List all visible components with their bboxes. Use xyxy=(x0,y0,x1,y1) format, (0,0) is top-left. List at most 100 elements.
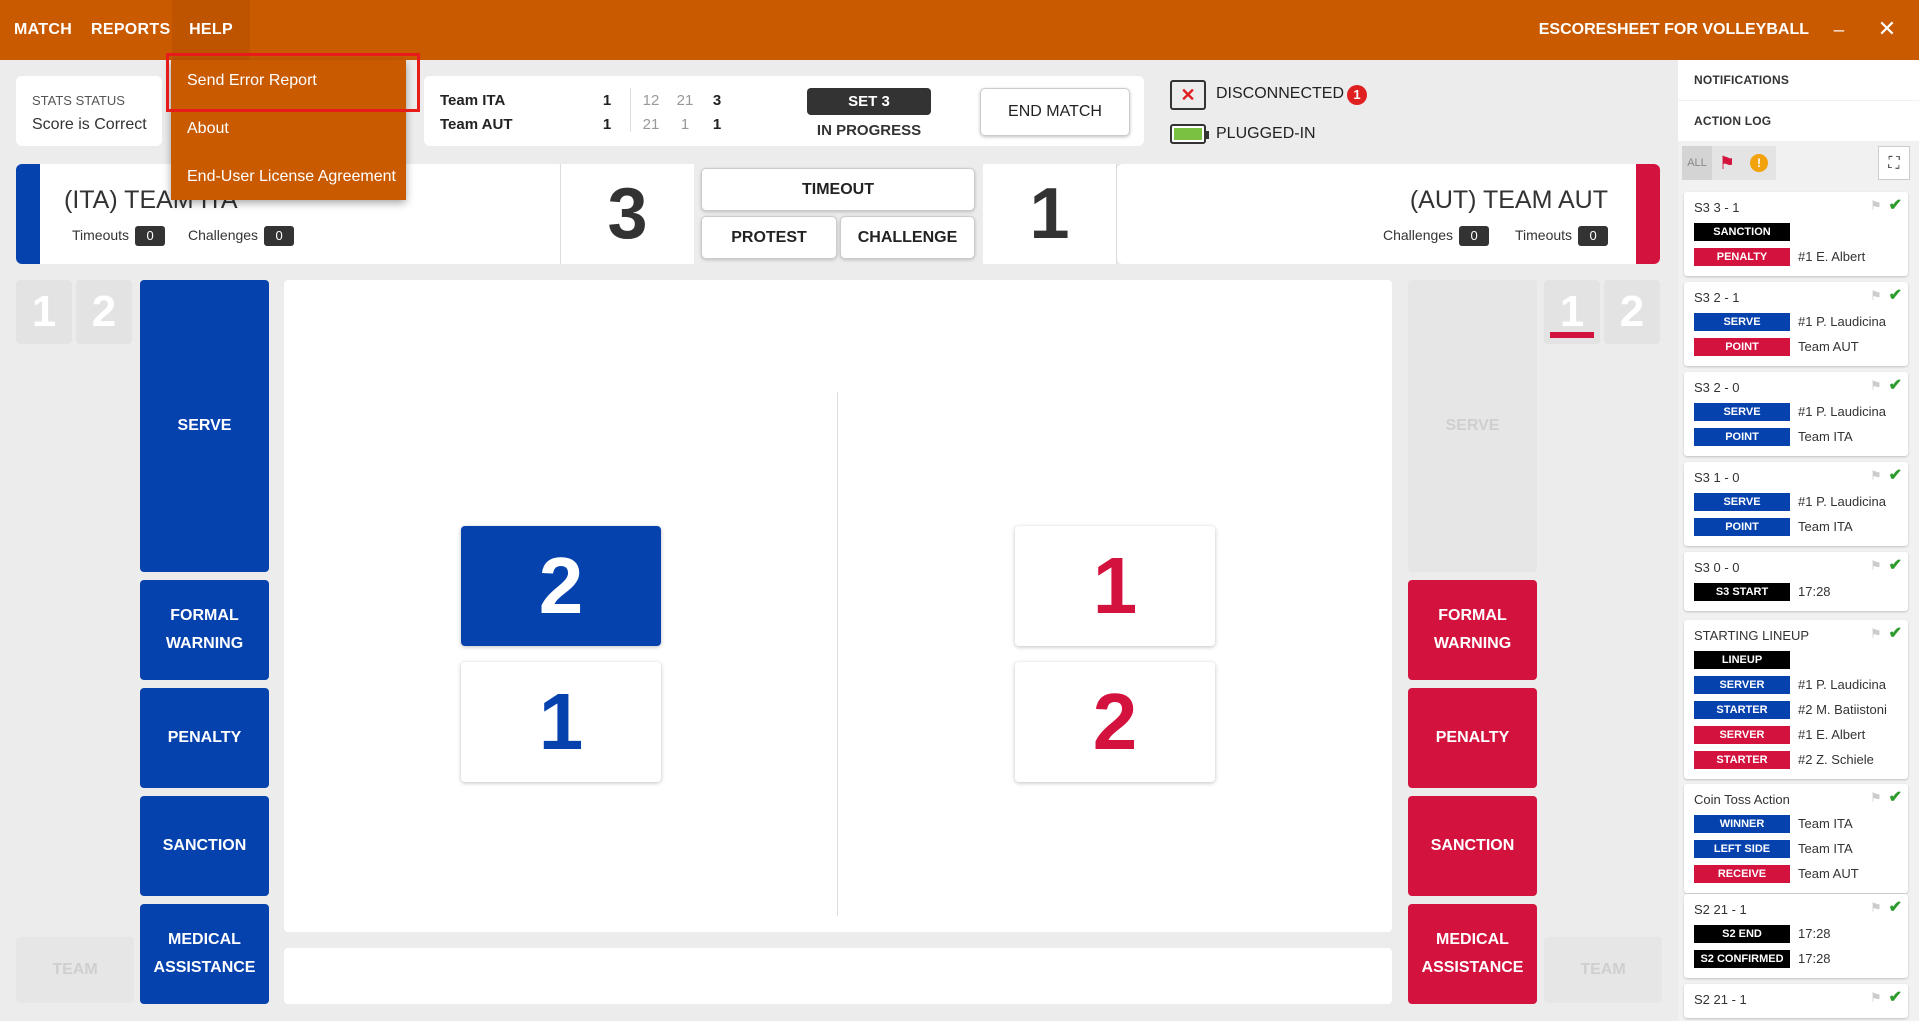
log-card[interactable]: Coin Toss Action ⚑ ✔ WINNER Team ITA LEFT SID… xyxy=(1684,784,1908,893)
court-right-bottom-player[interactable]: 2 xyxy=(1015,662,1215,782)
right-sanction-button[interactable]: SANCTION xyxy=(1408,796,1537,896)
log-text: Team AUT xyxy=(1798,866,1859,881)
flag-icon[interactable]: ⚑ xyxy=(1870,288,1882,303)
team-right-name: (AUT) TEAM AUT xyxy=(1409,186,1608,214)
check-icon: ✔ xyxy=(1888,899,1902,916)
timeouts-label: Timeouts xyxy=(72,227,130,243)
log-card[interactable]: S3 1 - 0 ⚑ ✔ SERVE #1 P. Laudicina POINT Team … xyxy=(1684,462,1908,546)
log-text: #1 P. Laudicina xyxy=(1798,404,1886,419)
log-card[interactable]: S3 0 - 0 ⚑ ✔ S3 START 17:28 xyxy=(1684,552,1908,611)
log-row: STARTER #2 Z. Schiele xyxy=(1694,751,1904,769)
timeouts-count: 0 xyxy=(1578,226,1609,246)
left-team-button[interactable]: TEAM xyxy=(16,937,134,1003)
left-serve-button[interactable]: SERVE xyxy=(140,280,269,572)
menu-item-eula[interactable]: End-User License Agreement xyxy=(187,168,396,186)
team-left-score: 3 xyxy=(560,164,694,264)
log-tag: POINT xyxy=(1694,338,1790,356)
menu-item-about[interactable]: About xyxy=(187,120,229,138)
current-set-badge: SET 3 xyxy=(807,88,931,115)
rotation-right-2[interactable]: 2 xyxy=(1604,280,1660,344)
action-log-tab[interactable]: ACTION LOG xyxy=(1678,101,1919,141)
set2-score-aut: 1 xyxy=(680,116,690,133)
log-tag: PENALTY xyxy=(1694,248,1790,266)
flag-icon[interactable]: ⚑ xyxy=(1870,198,1882,213)
challenge-button[interactable]: CHALLENGE xyxy=(840,216,975,259)
log-tag: SERVE xyxy=(1694,403,1790,421)
rotation-left-1[interactable]: 1 xyxy=(16,280,72,344)
log-text: Team ITA xyxy=(1798,519,1853,534)
end-match-button[interactable]: END MATCH xyxy=(980,88,1130,136)
log-card[interactable]: S3 2 - 1 ⚑ ✔ SERVE #1 P. Laudicina POINT Team … xyxy=(1684,282,1908,366)
log-tag: SERVER xyxy=(1694,726,1790,744)
stats-status-label: STATS STATUS xyxy=(32,93,125,108)
flag-icon[interactable]: ⚑ xyxy=(1870,468,1882,483)
menu-reports[interactable]: REPORTS xyxy=(91,0,170,60)
log-tag: SERVER xyxy=(1694,676,1790,694)
right-serve-button[interactable]: SERVE xyxy=(1408,280,1537,572)
court-right-top-player[interactable]: 1 xyxy=(1015,526,1215,646)
team-right-score: 1 xyxy=(983,164,1117,264)
log-filter-bar: ALL ⚑ ! ⛶ xyxy=(1682,146,1910,182)
log-row: PENALTY #1 E. Albert xyxy=(1694,248,1904,266)
flag-icon[interactable]: ⚑ xyxy=(1870,558,1882,573)
left-sanction-button[interactable]: SANCTION xyxy=(140,796,269,896)
flag-icon[interactable]: ⚑ xyxy=(1870,378,1882,393)
protest-button[interactable]: PROTEST xyxy=(701,216,837,259)
log-card[interactable]: S3 3 - 1 ⚑ ✔ SANCTION PENALTY #1 E. Albert xyxy=(1684,192,1908,276)
warning-icon[interactable]: ! xyxy=(1742,146,1776,180)
right-sidebar: NOTIFICATIONS ACTION LOG ALL ⚑ ! ⛶ S3 3 … xyxy=(1678,60,1919,1021)
log-card[interactable]: S2 21 - 1 ⚑ ✔ xyxy=(1684,984,1908,1018)
rotation-left-2[interactable]: 2 xyxy=(76,280,132,344)
notifications-tab[interactable]: NOTIFICATIONS xyxy=(1678,60,1919,100)
right-medical-assistance-button[interactable]: MEDICAL ASSISTANCE xyxy=(1408,904,1537,1004)
rotation-right-1[interactable]: 1 xyxy=(1544,280,1600,344)
right-penalty-button[interactable]: PENALTY xyxy=(1408,688,1537,788)
court-left-bottom-player[interactable]: 1 xyxy=(461,662,661,782)
left-medical-assistance-button[interactable]: MEDICAL ASSISTANCE xyxy=(140,904,269,1004)
team-left-color-stripe xyxy=(16,164,40,264)
log-card[interactable]: STARTING LINEUP ⚑ ✔ LINEUP SERVER #1 P. Laudi… xyxy=(1684,620,1908,779)
set1-score-ita: 12 xyxy=(642,92,660,109)
log-row: S2 END 17:28 xyxy=(1694,925,1904,943)
log-row: POINT Team AUT xyxy=(1694,338,1904,356)
log-row: S2 CONFIRMED 17:28 xyxy=(1694,950,1904,968)
menu-help[interactable]: HELP xyxy=(172,0,250,60)
log-tag: STARTER xyxy=(1694,701,1790,719)
log-card-title: S3 0 - 0 xyxy=(1694,560,1740,575)
timeout-button[interactable]: TIMEOUT xyxy=(701,168,975,211)
close-button[interactable]: ✕ xyxy=(1875,14,1899,44)
log-card-title: S3 2 - 0 xyxy=(1694,380,1740,395)
log-card[interactable]: S3 2 - 0 ⚑ ✔ SERVE #1 P. Laudicina POINT Team … xyxy=(1684,372,1908,456)
right-team-button[interactable]: TEAM xyxy=(1544,937,1662,1003)
sets-won-aut: 1 xyxy=(602,116,612,133)
filter-all-button[interactable]: ALL xyxy=(1682,146,1712,180)
log-card-title: STARTING LINEUP xyxy=(1694,628,1810,643)
expand-icon[interactable]: ⛶ xyxy=(1878,146,1910,180)
minimize-button[interactable]: _ xyxy=(1827,12,1851,33)
log-tag: LINEUP xyxy=(1694,651,1790,669)
left-penalty-button[interactable]: PENALTY xyxy=(140,688,269,788)
check-icon: ✔ xyxy=(1888,377,1902,394)
log-text: Team ITA xyxy=(1798,816,1853,831)
highlight-box xyxy=(166,53,420,112)
log-text: 17:28 xyxy=(1798,951,1831,966)
flag-icon[interactable]: ⚑ xyxy=(1712,146,1742,180)
flag-icon[interactable]: ⚑ xyxy=(1870,626,1882,641)
left-formal-warning-button[interactable]: FORMAL WARNING xyxy=(140,580,269,680)
stats-status-value: Score is Correct xyxy=(32,116,147,133)
flag-icon[interactable]: ⚑ xyxy=(1870,900,1882,915)
challenges-label: Challenges xyxy=(188,227,259,243)
disconnected-count-badge[interactable]: 1 xyxy=(1347,85,1367,105)
app-title: ESCORESHEET FOR VOLLEYBALL xyxy=(1538,21,1809,38)
menu-match[interactable]: MATCH xyxy=(14,0,72,60)
sets-won-ita: 1 xyxy=(602,92,612,109)
right-formal-warning-button[interactable]: FORMAL WARNING xyxy=(1408,580,1537,680)
flag-icon[interactable]: ⚑ xyxy=(1870,990,1882,1005)
court-left-top-player[interactable]: 2 xyxy=(461,526,661,646)
check-icon: ✔ xyxy=(1888,467,1902,484)
log-row: SERVE #1 P. Laudicina xyxy=(1694,493,1904,511)
log-card[interactable]: S2 21 - 1 ⚑ ✔ S2 END 17:28 S2 CONFIRMED 17:28 xyxy=(1684,894,1908,978)
log-text: #1 E. Albert xyxy=(1798,249,1866,264)
flag-icon[interactable]: ⚑ xyxy=(1870,790,1882,805)
log-row: POINT Team ITA xyxy=(1694,428,1904,446)
